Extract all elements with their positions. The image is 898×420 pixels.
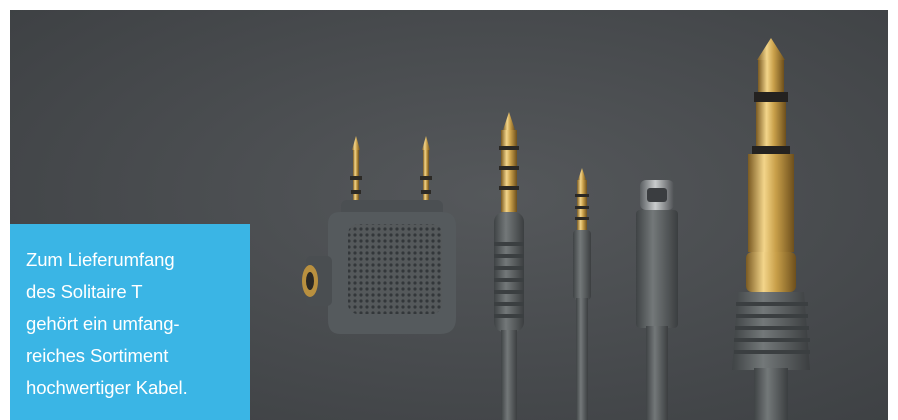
caption-line: reiches Sortiment bbox=[26, 345, 169, 366]
caption-line: Zum Lieferumfang bbox=[26, 249, 175, 270]
caption-line: des Solitaire T bbox=[26, 281, 143, 302]
caption-line: gehört ein umfang- bbox=[26, 313, 180, 334]
caption-line: hochwertiger Kabel. bbox=[26, 377, 188, 398]
caption-box: Zum Lieferumfang des Solitaire T gehört … bbox=[10, 224, 250, 420]
caption-text: Zum Lieferumfang des Solitaire T gehört … bbox=[26, 244, 250, 404]
